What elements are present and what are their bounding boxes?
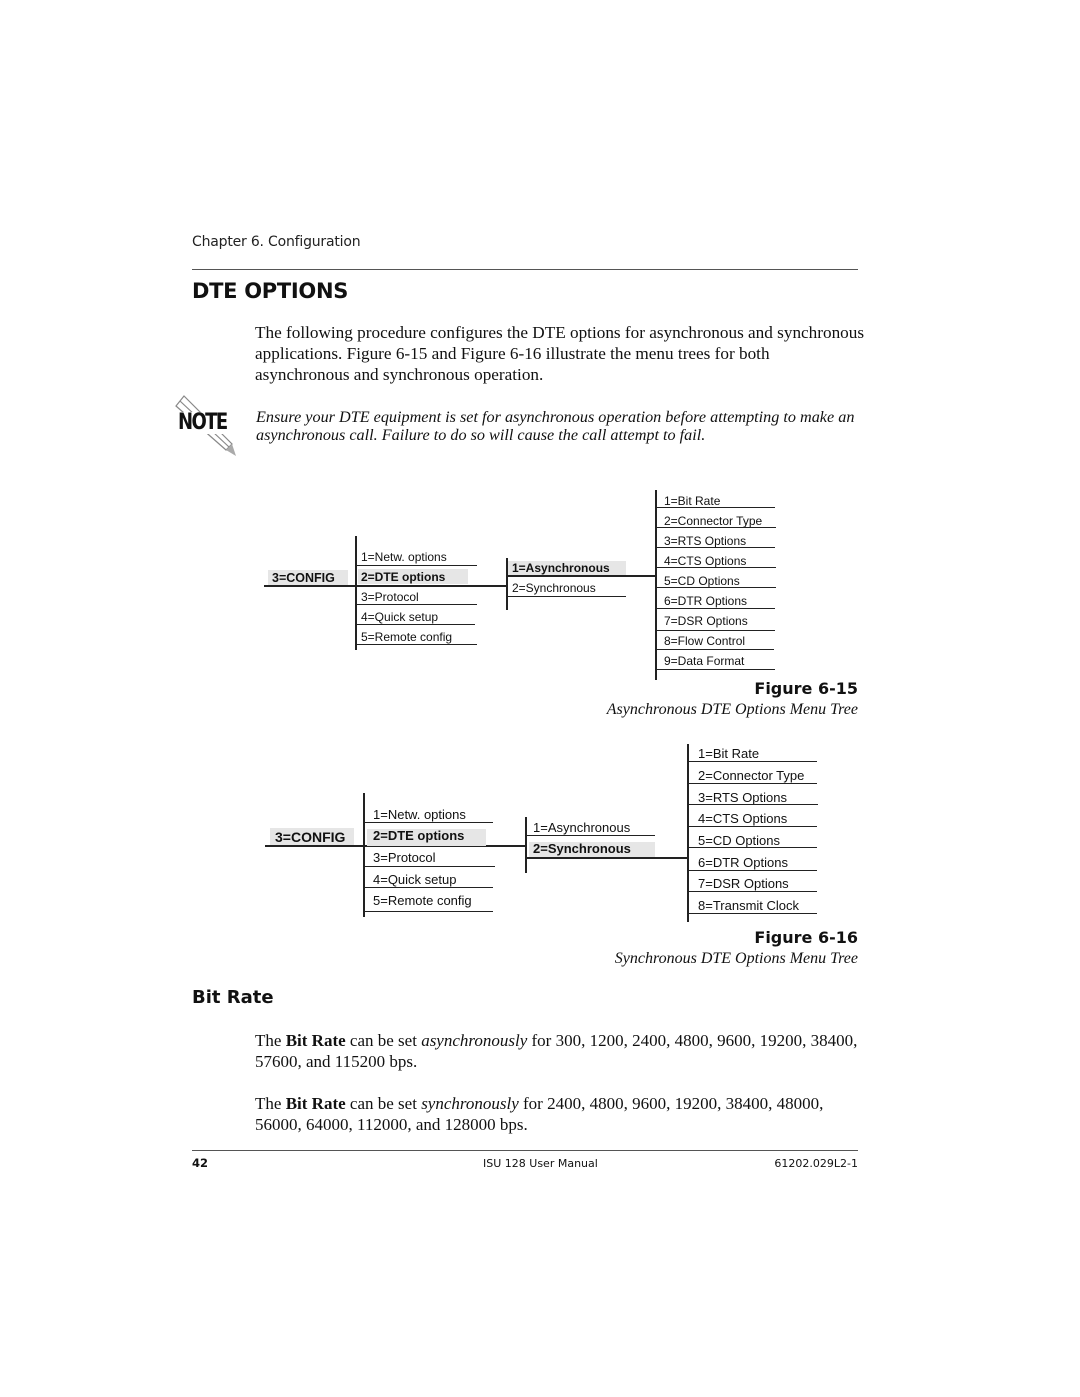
connector-line: [264, 585, 508, 587]
option-item[interactable]: 1=Bit Rate: [664, 494, 720, 508]
text: can be set: [345, 1094, 422, 1113]
config-branch-line: [355, 536, 357, 650]
item-rule: [689, 804, 818, 805]
item-rule: [365, 822, 493, 823]
item-rule: [657, 630, 775, 631]
config-item[interactable]: 5=Remote config: [361, 630, 452, 644]
item-rule: [689, 870, 817, 871]
italic-term: synchronously: [421, 1094, 519, 1113]
figure-caption: Synchronous DTE Options Menu Tree: [614, 950, 858, 967]
item-rule: [689, 761, 817, 762]
item-rule: [508, 596, 626, 597]
figure-6-16-menu-tree: 3=CONFIG 1=Netw. options 2=DTE options 3…: [0, 0, 1080, 922]
mode-item-selected[interactable]: 2=Synchronous: [533, 842, 631, 856]
item-rule: [657, 608, 775, 609]
footer-rule: [192, 1150, 858, 1151]
option-item[interactable]: 2=Connector Type: [698, 769, 804, 783]
item-rule: [527, 835, 655, 836]
config-branch-line: [363, 793, 365, 917]
option-item[interactable]: 1=Bit Rate: [698, 747, 759, 761]
config-item[interactable]: 1=Netw. options: [361, 550, 447, 564]
item-rule: [657, 669, 775, 670]
config-item[interactable]: 1=Netw. options: [373, 808, 466, 822]
config-item[interactable]: 4=Quick setup: [373, 873, 456, 887]
intro-paragraph: The following procedure configures the D…: [255, 323, 865, 384]
bold-term: Bit Rate: [285, 1094, 346, 1113]
italic-term: asynchronously: [421, 1031, 528, 1050]
page-number: 42: [192, 1156, 209, 1170]
figure-number: Figure 6-16: [754, 928, 858, 947]
item-rule: [657, 527, 776, 528]
item-rule: [657, 649, 774, 650]
bit-rate-async-paragraph: The Bit Rate can be set asynchronously f…: [255, 1030, 865, 1072]
note-text: Ensure your DTE equipment is set for asy…: [256, 408, 855, 444]
mode-item-selected[interactable]: 1=Asynchronous: [512, 561, 610, 575]
config-item[interactable]: 3=Protocol: [361, 590, 419, 604]
option-item[interactable]: 9=Data Format: [664, 654, 744, 668]
option-item[interactable]: 6=DTR Options: [664, 594, 747, 608]
manual-title: ISU 128 User Manual: [483, 1157, 598, 1170]
note-label: NOTE: [178, 410, 228, 435]
option-item[interactable]: 5=CD Options: [664, 574, 740, 588]
option-item[interactable]: 6=DTR Options: [698, 856, 788, 870]
bold-term: Bit Rate: [285, 1031, 346, 1050]
mode-branch-line: [525, 817, 527, 873]
option-item[interactable]: 3=RTS Options: [698, 791, 787, 805]
config-item[interactable]: 3=Protocol: [373, 851, 436, 865]
menu-root-config[interactable]: 3=CONFIG: [272, 571, 335, 585]
item-rule: [689, 913, 817, 914]
option-item[interactable]: 8=Transmit Clock: [698, 899, 799, 913]
option-item[interactable]: 3=RTS Options: [664, 534, 746, 548]
text: The: [255, 1094, 286, 1113]
options-branch-line: [687, 744, 689, 922]
item-rule: [357, 644, 477, 645]
item-rule: [357, 565, 477, 566]
subsection-heading: Bit Rate: [192, 987, 274, 1008]
option-item[interactable]: 8=Flow Control: [664, 634, 745, 648]
options-branch-line: [655, 490, 657, 680]
header-rule: [192, 269, 858, 270]
option-item[interactable]: 7=DSR Options: [664, 614, 748, 628]
text: The: [255, 1031, 286, 1050]
option-item[interactable]: 5=CD Options: [698, 834, 780, 848]
config-item-selected[interactable]: 2=DTE options: [373, 829, 464, 843]
figure-number: Figure 6-15: [754, 679, 858, 698]
item-rule: [365, 887, 493, 888]
document-number: 61202.029L2-1: [774, 1157, 858, 1170]
item-rule: [657, 587, 776, 588]
option-item[interactable]: 7=DSR Options: [698, 877, 789, 891]
option-item[interactable]: 4=CTS Options: [664, 554, 746, 568]
item-rule: [689, 783, 817, 784]
item-rule: [357, 624, 475, 625]
config-item[interactable]: 4=Quick setup: [361, 610, 438, 624]
item-rule: [365, 866, 495, 867]
chapter-header: Chapter 6. Configuration: [192, 234, 361, 250]
item-rule: [365, 911, 493, 912]
item-rule: [657, 507, 775, 508]
connector-line: [527, 857, 689, 859]
connector-line: [508, 575, 656, 577]
section-title: DTE OPTIONS: [192, 279, 349, 303]
config-item-selected[interactable]: 2=DTE options: [361, 570, 445, 584]
item-rule: [657, 567, 776, 568]
option-item[interactable]: 2=Connector Type: [664, 514, 762, 528]
item-rule: [689, 826, 817, 827]
note-pencil-icon: NOTE: [170, 392, 240, 458]
mode-item[interactable]: 2=Synchronous: [512, 581, 596, 595]
item-rule: [689, 847, 817, 848]
option-item[interactable]: 4=CTS Options: [698, 812, 787, 826]
item-rule: [689, 891, 817, 892]
menu-root-config[interactable]: 3=CONFIG: [275, 830, 345, 844]
config-item[interactable]: 5=Remote config: [373, 894, 472, 908]
bit-rate-sync-paragraph: The Bit Rate can be set synchronously fo…: [255, 1093, 865, 1135]
figure-caption: Asynchronous DTE Options Menu Tree: [606, 701, 858, 718]
text: can be set: [345, 1031, 422, 1050]
mode-item[interactable]: 1=Asynchronous: [533, 821, 630, 835]
item-rule: [357, 604, 477, 605]
item-rule: [657, 547, 775, 548]
